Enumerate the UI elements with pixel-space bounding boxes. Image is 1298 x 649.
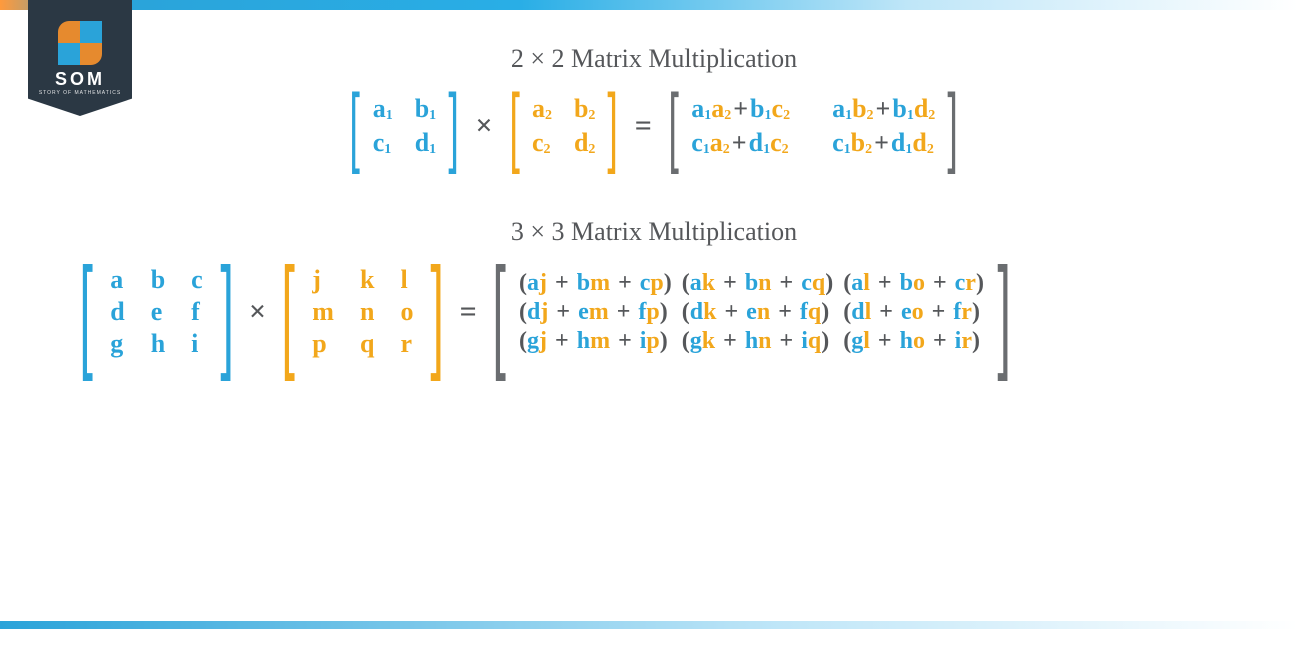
bottom-gradient-bar bbox=[0, 621, 1298, 629]
equals-operator: = bbox=[631, 109, 656, 143]
section-3x3: 3 × 3 Matrix Multiplication [ abc def gh… bbox=[50, 217, 1258, 359]
matrix-a-cells: a1 b1 c1 d1 bbox=[367, 94, 442, 158]
equals-operator: = bbox=[456, 295, 481, 329]
matrix-b-2x2: [ a2 b2 c2 d2 ] bbox=[503, 92, 625, 159]
matrix-b-cells: a2 b2 c2 d2 bbox=[526, 94, 601, 158]
bracket-left-icon: [ bbox=[281, 262, 295, 362]
equation-2x2: [ a1 b1 c1 d1 ] × [ a2 b2 c2 d2 ] = bbox=[50, 92, 1258, 159]
result-cell: (ak + bn + cq) bbox=[682, 270, 833, 297]
bracket-right-icon: ] bbox=[449, 90, 460, 161]
bracket-left-icon: [ bbox=[492, 262, 506, 362]
result-cell: (gl + ho + ir) bbox=[843, 328, 984, 355]
matrix-result3-cells: (aj + bm + cp) (ak + bn + cq) (al + bo + c… bbox=[515, 270, 988, 355]
bracket-right-icon: ] bbox=[220, 262, 234, 362]
equation-3x3: [ abc def ghi ] × [ jkl mno pqr ] bbox=[50, 265, 1258, 359]
bracket-right-icon: ] bbox=[997, 262, 1011, 362]
result-cell: (dj + em + fp) bbox=[519, 299, 672, 326]
bracket-left-icon: [ bbox=[668, 90, 679, 161]
matrix-b3-cells: jkl mno pqr bbox=[304, 265, 421, 359]
bracket-left-icon: [ bbox=[350, 90, 361, 161]
bracket-left-icon: [ bbox=[509, 90, 520, 161]
result-cell: (al + bo + cr) bbox=[843, 270, 984, 297]
matrix-b-3x3: [ jkl mno pqr ] bbox=[272, 265, 454, 359]
result-cell: (dk + en + fq) bbox=[682, 299, 833, 326]
main-content: 2 × 2 Matrix Multiplication [ a1 b1 c1 d… bbox=[0, 30, 1298, 359]
matrix-a-3x3: [ abc def ghi ] bbox=[70, 265, 243, 359]
matrix-a-2x2: [ a1 b1 c1 d1 ] bbox=[343, 92, 465, 159]
result-cell: (gk + hn + iq) bbox=[682, 328, 833, 355]
times-operator: × bbox=[245, 295, 270, 329]
title-2x2: 2 × 2 Matrix Multiplication bbox=[50, 44, 1258, 74]
matrix-result-cells: a1a2+b1c2 a1b2+b1d2 c1a2+d1c2 c1b2+d1d2 bbox=[685, 94, 941, 158]
matrix-result-3x3: [ (aj + bm + cp)(ak + bn + cq)(al + bo +… bbox=[483, 266, 1020, 359]
bracket-right-icon: ] bbox=[948, 90, 959, 161]
bracket-right-icon: ] bbox=[431, 262, 445, 362]
bracket-right-icon: ] bbox=[608, 90, 619, 161]
matrix-result-2x2: [ a1a2+b1c2 a1b2+b1d2 c1a2+d1c2 c1b2+d1d… bbox=[662, 92, 965, 159]
result-cell: (aj + bm + cp) bbox=[519, 270, 672, 297]
bracket-left-icon: [ bbox=[79, 262, 93, 362]
top-gradient-bar bbox=[0, 0, 1298, 10]
matrix-a3-cells: abc def ghi bbox=[102, 265, 210, 359]
times-operator: × bbox=[472, 109, 497, 143]
result-cell: (dl + eo + fr) bbox=[843, 299, 984, 326]
result-cell: (gj + hm + ip) bbox=[519, 328, 672, 355]
